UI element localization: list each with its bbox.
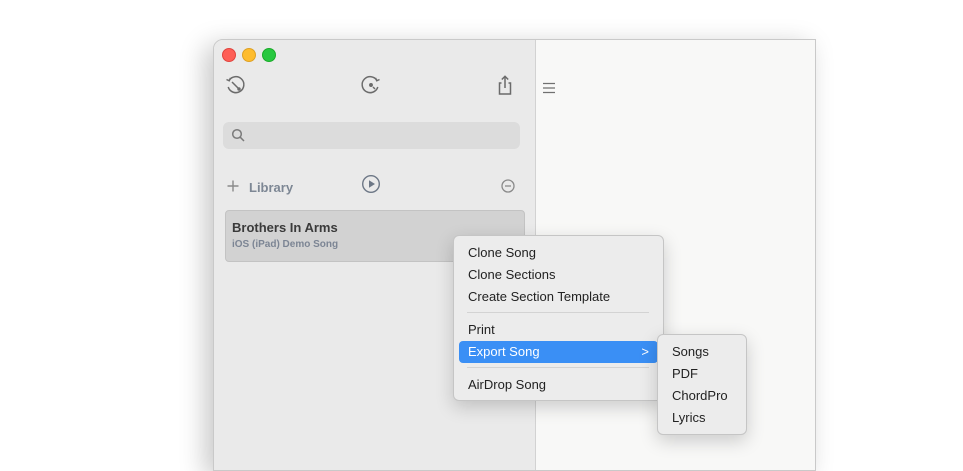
menu-item-print[interactable]: Print xyxy=(459,319,658,341)
minus-circle-icon[interactable] xyxy=(501,179,515,193)
minimize-button[interactable] xyxy=(242,48,256,62)
menu-item-clone-sections[interactable]: Clone Sections xyxy=(459,264,658,286)
submenu-item-pdf[interactable]: PDF xyxy=(663,363,741,385)
song-title: Brothers In Arms xyxy=(232,220,338,235)
menu-item-export-song[interactable]: Export Song > xyxy=(459,341,658,363)
song-subtitle: iOS (iPad) Demo Song xyxy=(232,239,339,250)
menu-item-airdrop-song[interactable]: AirDrop Song xyxy=(459,374,658,396)
forward-clock-icon[interactable] xyxy=(360,74,382,96)
submenu-item-songs[interactable]: Songs xyxy=(663,341,741,363)
play-circle-icon[interactable] xyxy=(361,174,381,194)
close-button[interactable] xyxy=(222,48,236,62)
menu-separator xyxy=(467,312,649,313)
context-menu: Clone Song Clone Sections Create Section… xyxy=(453,235,664,401)
search-field[interactable] xyxy=(223,122,520,149)
chevron-right-icon: > xyxy=(641,344,649,359)
export-submenu: Songs PDF ChordPro Lyrics xyxy=(657,334,747,435)
search-input[interactable] xyxy=(251,125,517,148)
rewind-clock-icon[interactable] xyxy=(224,74,246,96)
submenu-item-chordpro[interactable]: ChordPro xyxy=(663,385,741,407)
list-icon[interactable] xyxy=(542,82,556,94)
library-header: Library xyxy=(214,174,535,202)
search-icon xyxy=(231,128,245,142)
menu-item-create-section-template[interactable]: Create Section Template xyxy=(459,286,658,308)
menu-item-clone-song[interactable]: Clone Song xyxy=(459,242,658,264)
zoom-button[interactable] xyxy=(262,48,276,62)
library-label[interactable]: Library xyxy=(249,180,293,195)
menu-item-label: Export Song xyxy=(468,344,540,359)
share-icon[interactable] xyxy=(494,74,516,96)
plus-icon[interactable] xyxy=(226,179,240,193)
menu-separator xyxy=(467,367,649,368)
submenu-item-lyrics[interactable]: Lyrics xyxy=(663,407,741,429)
